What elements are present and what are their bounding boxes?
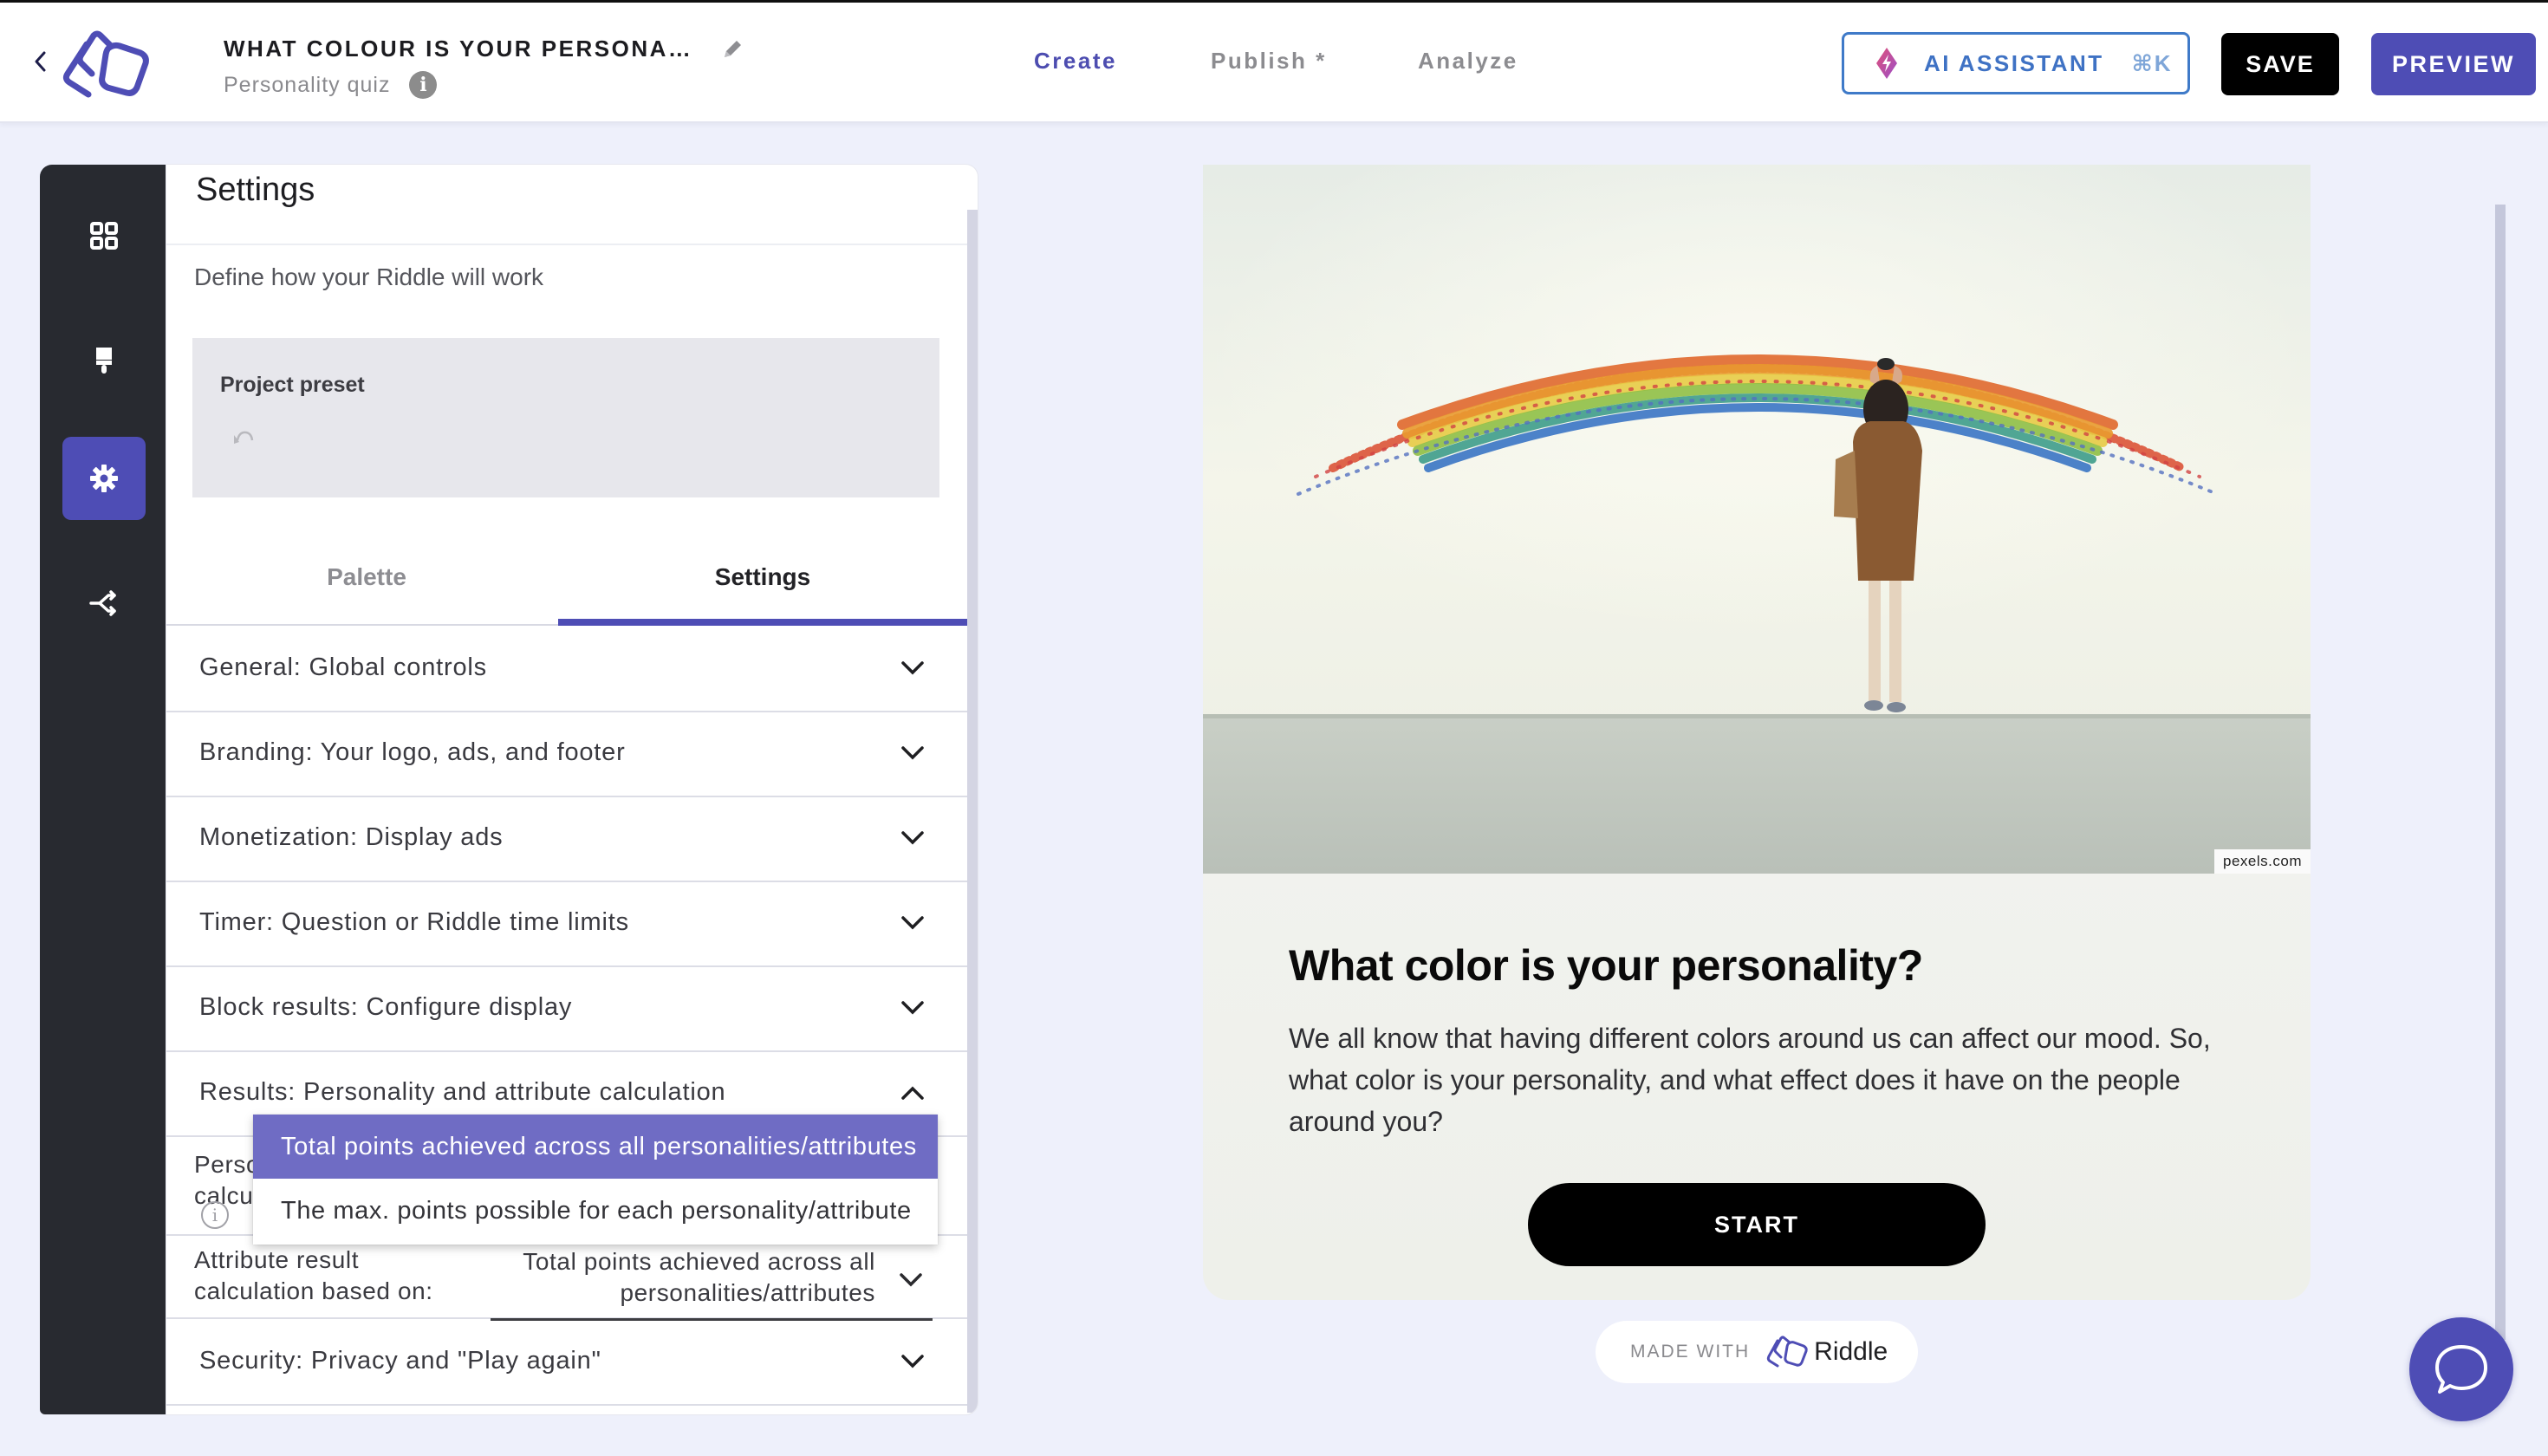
project-title[interactable]: WHAT COLOUR IS YOUR PERSONA… bbox=[224, 36, 692, 62]
attribute-calculation-value: Total points achieved across all persona… bbox=[523, 1248, 875, 1306]
app-header: WHAT COLOUR IS YOUR PERSONA… Personality… bbox=[0, 3, 2548, 123]
attribute-calculation-label-line2: calculation based on: bbox=[194, 1277, 433, 1304]
section-label: Results: Personality and attribute calcu… bbox=[199, 1078, 726, 1106]
made-with-riddle-badge[interactable]: MADE WITH Riddle bbox=[1596, 1321, 1918, 1383]
preview-scrollbar[interactable] bbox=[2495, 205, 2506, 1340]
quiz-cover-image: pexels.com bbox=[1203, 165, 2311, 874]
chevron-down-icon bbox=[901, 661, 924, 675]
chevron-down-icon bbox=[901, 831, 924, 845]
paint-brush-icon bbox=[96, 348, 112, 374]
made-with-label: MADE WITH bbox=[1630, 1342, 1751, 1362]
ai-assistant-button[interactable]: AI ASSISTANT ⌘K bbox=[1842, 32, 2190, 94]
chevron-down-icon bbox=[900, 1273, 922, 1287]
section-monetization[interactable]: Monetization: Display ads bbox=[166, 797, 967, 882]
quiz-preview-card: pexels.com What color is your personalit… bbox=[1203, 165, 2311, 1300]
nav-create[interactable]: Create bbox=[1034, 48, 1117, 75]
chevron-down-icon bbox=[901, 1001, 924, 1015]
section-timer[interactable]: Timer: Question or Riddle time limits bbox=[166, 882, 967, 967]
project-title-block: WHAT COLOUR IS YOUR PERSONA… Personality… bbox=[224, 36, 744, 99]
chevron-up-icon bbox=[901, 1086, 924, 1100]
ai-assistant-shortcut: ⌘K bbox=[2131, 49, 2173, 76]
start-quiz-button[interactable]: START bbox=[1528, 1183, 1986, 1266]
chevron-down-icon bbox=[901, 746, 924, 760]
section-block-results[interactable]: Block results: Configure display bbox=[166, 967, 967, 1052]
section-label: Branding: Your logo, ads, and footer bbox=[199, 738, 626, 766]
sparkle-bolt-icon bbox=[1876, 48, 1897, 79]
undo-icon[interactable] bbox=[232, 428, 255, 447]
pencil-edit-icon[interactable] bbox=[721, 38, 744, 61]
chevron-down-icon bbox=[901, 1355, 924, 1368]
editor-rail bbox=[40, 165, 170, 1414]
settings-panel-description: Define how your Riddle will work bbox=[194, 263, 544, 290]
section-label: Monetization: Display ads bbox=[199, 823, 504, 851]
nav-publish[interactable]: Publish * bbox=[1211, 48, 1327, 75]
rainbow-wall-photo bbox=[1203, 165, 2311, 874]
dropdown-option-max-points[interactable]: The max. points possible for each person… bbox=[253, 1179, 938, 1243]
dropdown-option-total-points[interactable]: Total points achieved across all persona… bbox=[253, 1115, 938, 1179]
chevron-down-icon bbox=[901, 916, 924, 930]
section-label: Security: Privacy and "Play again" bbox=[199, 1347, 601, 1375]
section-label: Block results: Configure display bbox=[199, 993, 573, 1021]
project-type: Personality quiz bbox=[224, 72, 391, 97]
section-label: General: Global controls bbox=[199, 653, 487, 681]
rail-item-blocks[interactable] bbox=[62, 194, 146, 277]
attribute-calculation-label-line1: Attribute result bbox=[194, 1246, 360, 1273]
chevron-left-icon bbox=[35, 51, 46, 72]
info-icon[interactable]: i bbox=[409, 71, 438, 99]
quiz-title: What color is your personality? bbox=[1289, 941, 1923, 990]
nav-analyze[interactable]: Analyze bbox=[1418, 48, 1518, 75]
rail-item-design[interactable] bbox=[62, 319, 146, 402]
gear-icon bbox=[90, 465, 118, 492]
settings-panel-header: Settings bbox=[166, 165, 967, 245]
branch-icon bbox=[89, 590, 116, 616]
settings-panel-title: Settings bbox=[196, 172, 315, 208]
section-branding[interactable]: Branding: Your logo, ads, and footer bbox=[166, 712, 967, 797]
chat-bubble-icon bbox=[2435, 1345, 2487, 1394]
personality-calculation-label-line1: Perso bbox=[194, 1151, 261, 1178]
attribute-calculation-select[interactable]: Total points achieved across all persona… bbox=[491, 1243, 933, 1321]
riddle-logo[interactable] bbox=[57, 29, 158, 98]
riddle-logo-icon bbox=[1767, 1336, 1808, 1368]
ai-assistant-label: AI ASSISTANT bbox=[1924, 49, 2104, 76]
tab-settings[interactable]: Settings bbox=[558, 529, 967, 626]
rail-item-settings[interactable] bbox=[62, 437, 146, 520]
project-preset-label: Project preset bbox=[220, 373, 365, 397]
quiz-description: We all know that having different colors… bbox=[1289, 1023, 2211, 1137]
calculation-dropdown-menu: Total points achieved across all persona… bbox=[253, 1115, 938, 1245]
project-preset-box: Project preset bbox=[192, 338, 939, 497]
section-general[interactable]: General: Global controls bbox=[166, 627, 967, 712]
riddle-brand-text: Riddle bbox=[1814, 1337, 1888, 1366]
save-button[interactable]: SAVE bbox=[2221, 33, 2339, 95]
info-circle-icon[interactable]: i bbox=[201, 1201, 229, 1229]
settings-panel-scrollbar[interactable] bbox=[967, 210, 978, 1413]
section-label: Timer: Question or Riddle time limits bbox=[199, 908, 629, 936]
grid-icon bbox=[90, 222, 118, 250]
riddle-logo-icon bbox=[62, 30, 149, 98]
section-security[interactable]: Security: Privacy and "Play again" bbox=[166, 1321, 967, 1406]
attribute-calculation-row: Attribute result calculation based on: T… bbox=[166, 1236, 967, 1321]
rail-item-logic[interactable] bbox=[62, 562, 146, 645]
active-tab-indicator bbox=[558, 619, 967, 626]
tab-palette[interactable]: Palette bbox=[166, 529, 567, 626]
image-credit: pexels.com bbox=[2214, 849, 2311, 874]
chat-support-button[interactable] bbox=[2409, 1317, 2513, 1421]
panel-tabs: Palette Settings bbox=[166, 529, 967, 626]
preview-button[interactable]: PREVIEW bbox=[2371, 33, 2536, 95]
back-button[interactable] bbox=[29, 46, 50, 77]
